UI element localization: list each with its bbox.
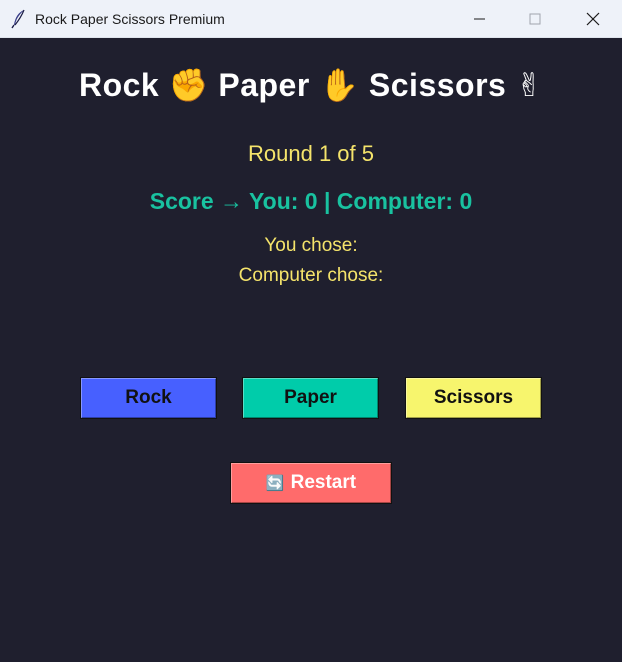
restart-label: Restart [290,472,357,493]
player-choice-label: You chose: [264,235,358,256]
window-titlebar: Rock Paper Scissors Premium [0,0,622,38]
round-indicator: Round 1 of 5 [248,141,374,166]
paper-button[interactable]: Paper [242,377,379,419]
minimize-button[interactable] [453,0,507,38]
feather-icon [11,9,25,29]
fist-icon: ✊ [168,66,209,104]
scissors-button[interactable]: Scissors [405,377,542,419]
maximize-icon [529,13,541,25]
restart-icon: 🔄 [265,474,285,492]
game-title: Rock ✊ Paper ✋ Scissors ✌ [0,66,622,104]
restart-button[interactable]: 🔄 Restart [230,462,392,504]
close-icon [586,12,600,26]
score-display: Score → You: 0 | Computer: 0 [149,188,473,214]
close-button[interactable] [566,0,620,38]
minimize-icon [474,18,485,20]
maximize-button[interactable] [508,0,562,38]
title-scissors: Scissors [368,67,507,103]
computer-choice-label: Computer chose: [238,265,384,286]
rock-button[interactable]: Rock [80,377,217,419]
title-paper: Paper [218,67,310,103]
game-panel: Rock ✊ Paper ✋ Scissors ✌ Round 1 of 5 S… [0,38,622,662]
title-rock: Rock [78,67,160,103]
hand-icon: ✋ [319,66,360,104]
victory-hand-icon: ✌ [515,66,544,104]
window-title: Rock Paper Scissors Premium [35,11,225,27]
